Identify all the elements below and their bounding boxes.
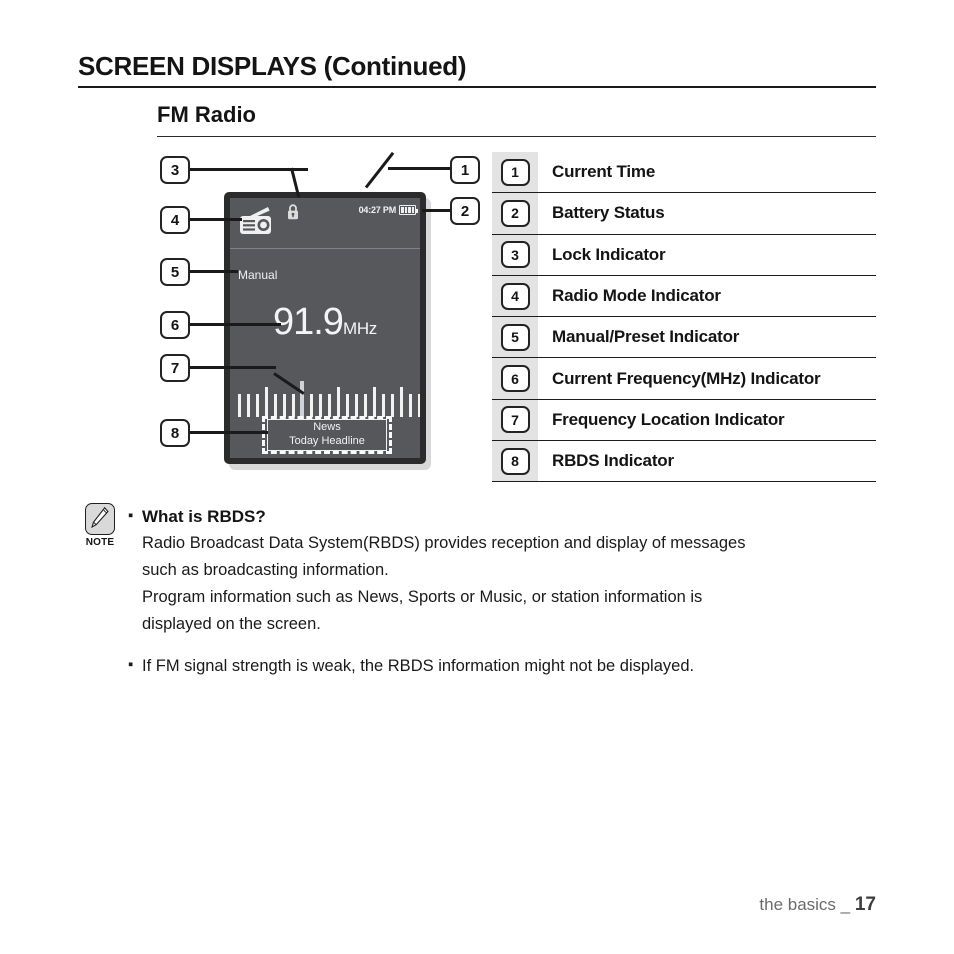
note-paragraph-line-2: such as broadcasting information. xyxy=(142,561,389,580)
radio-mode-icon xyxy=(238,206,274,236)
callout-leader-6 xyxy=(190,323,281,326)
legend-chip-5: 5 xyxy=(500,323,530,351)
screen-status-bar: 04:27 PM xyxy=(230,198,420,248)
callout-chip-8: 8 xyxy=(160,419,190,447)
note-paragraph-line-3: Program information such as News, Sports… xyxy=(142,587,703,606)
callout-chip-1: 1 xyxy=(450,156,480,184)
legend-chip-6: 6 xyxy=(500,365,530,393)
lock-icon xyxy=(286,203,300,221)
page-title: SCREEN DISPLAYS (Continued) xyxy=(78,51,467,81)
legend-label-6: Current Frequency(MHz) Indicator xyxy=(552,368,821,388)
footer-label: the basics _ xyxy=(759,895,851,914)
table-row: 1 Current Time xyxy=(492,152,876,194)
frequency-value: 91.9 xyxy=(272,301,344,343)
callout-leader-5 xyxy=(190,270,238,273)
legend-chip-3: 3 xyxy=(500,241,530,269)
rbds-indicator: News Today Headline xyxy=(267,419,387,451)
legend-label-4: Radio Mode Indicator xyxy=(552,286,721,306)
note-second-bullet: ▪ If FM signal strength is weak, the RBD… xyxy=(128,653,868,680)
note-paragraph-line-4: displayed on the screen. xyxy=(142,614,321,633)
section-title: FM Radio xyxy=(157,102,256,127)
callout-chip-6: 6 xyxy=(160,311,190,339)
table-row: 7 Frequency Location Indicator xyxy=(492,399,876,442)
status-right-cluster: 04:27 PM xyxy=(358,205,418,215)
header-divider xyxy=(78,86,876,88)
callout-leader-1-diag xyxy=(364,151,395,189)
legend-label-8: RBDS Indicator xyxy=(552,451,674,471)
manual-preset-indicator: Manual xyxy=(238,268,278,282)
legend-table: 1 Current Time 2 Battery Status 3 Lock I… xyxy=(492,152,876,483)
callout-leader-8 xyxy=(190,431,268,434)
table-row: 8 RBDS Indicator xyxy=(492,441,876,483)
note-second-text: If FM signal strength is weak, the RBDS … xyxy=(142,657,695,676)
bullet-glyph: ▪ xyxy=(128,656,134,674)
legend-label-5: Manual/Preset Indicator xyxy=(552,327,740,347)
bullet-glyph: ▪ xyxy=(128,507,134,524)
footer-page-number: 17 xyxy=(854,894,876,915)
note-heading: What is RBDS? xyxy=(142,507,266,526)
legend-number-cell: 4 xyxy=(492,275,538,317)
legend-label-7: Frequency Location Indicator xyxy=(552,409,785,429)
frequency-location-indicator xyxy=(236,381,420,427)
legend-chip-2: 2 xyxy=(500,199,530,227)
legend-label-1: Current Time xyxy=(552,162,656,182)
legend-number-cell: 3 xyxy=(492,234,538,275)
callout-chip-7: 7 xyxy=(160,354,190,382)
legend-number-cell: 6 xyxy=(492,358,538,399)
legend-chip-4: 4 xyxy=(500,282,530,310)
callout-leader-2 xyxy=(422,209,452,212)
rbds-line-2: Today Headline xyxy=(289,435,365,447)
legend-number-cell: 5 xyxy=(492,317,538,358)
legend-number-cell: 8 xyxy=(492,441,538,482)
legend-number-cell: 2 xyxy=(492,193,538,234)
legend-chip-7: 7 xyxy=(500,406,530,434)
page-footer: the basics _ 17 xyxy=(759,894,876,916)
legend-chip-8: 8 xyxy=(500,447,530,475)
callout-leader-1 xyxy=(388,167,452,170)
note-label: NOTE xyxy=(85,537,115,548)
current-frequency-indicator: 91.9MHz xyxy=(230,303,420,341)
callout-chip-2: 2 xyxy=(450,197,480,225)
section-divider xyxy=(157,136,876,137)
screen-header-divider xyxy=(230,248,420,249)
note-icon-block: NOTE xyxy=(78,503,122,548)
callout-leader-7 xyxy=(190,366,276,369)
frequency-unit: MHz xyxy=(342,319,377,338)
callout-leader-4 xyxy=(190,218,242,221)
legend-label-3: Lock Indicator xyxy=(552,244,666,264)
legend-chip-1: 1 xyxy=(500,158,530,186)
current-time: 04:27 PM xyxy=(358,205,397,215)
note-body: ▪ What is RBDS? Radio Broadcast Data Sys… xyxy=(128,504,868,680)
note-pen-icon xyxy=(85,503,115,535)
callout-chip-5: 5 xyxy=(160,258,190,286)
legend-label-2: Battery Status xyxy=(552,203,665,223)
callout-chip-4: 4 xyxy=(160,206,190,234)
table-row: 6 Current Frequency(MHz) Indicator xyxy=(492,358,876,400)
table-row: 2 Battery Status xyxy=(492,193,876,235)
device-screen: 04:27 PM Manual 91.9MHz News Today Headl… xyxy=(230,198,420,458)
table-row: 3 Lock Indicator xyxy=(492,234,876,276)
rbds-line-1: News xyxy=(313,421,341,434)
fm-radio-device-mockup: 04:27 PM Manual 91.9MHz News Today Headl… xyxy=(224,192,426,464)
legend-number-cell: 7 xyxy=(492,399,538,441)
table-row: 5 Manual/Preset Indicator xyxy=(492,317,876,359)
table-row: 4 Radio Mode Indicator xyxy=(492,275,876,318)
legend-number-cell: 1 xyxy=(492,152,538,193)
callout-chip-3: 3 xyxy=(160,156,190,184)
battery-icon xyxy=(399,205,418,215)
note-paragraph-line-1: Radio Broadcast Data System(RBDS) provid… xyxy=(142,534,746,553)
page-header: SCREEN DISPLAYS (Continued) xyxy=(78,52,876,81)
note-first-bullet: ▪ What is RBDS? Radio Broadcast Data Sys… xyxy=(128,504,868,637)
